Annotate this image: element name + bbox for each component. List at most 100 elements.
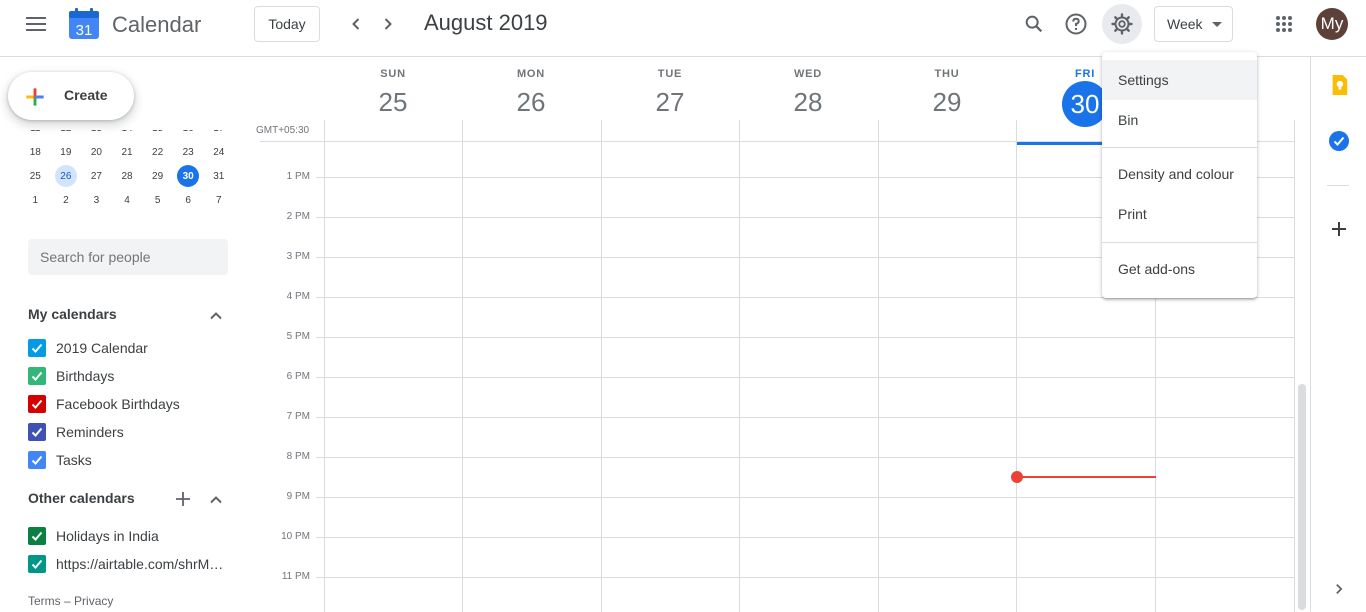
help-button[interactable] xyxy=(1056,4,1096,44)
day-column-header[interactable]: THU 29 xyxy=(878,68,1016,118)
mini-calendar-day[interactable]: 28 xyxy=(112,164,143,188)
side-panel-rail xyxy=(1310,57,1366,612)
next-week-button[interactable] xyxy=(374,10,402,38)
mini-calendar-day[interactable]: 6 xyxy=(173,188,204,212)
app-name: Calendar xyxy=(112,12,202,37)
calendar-checkbox[interactable] xyxy=(28,527,46,545)
day-number[interactable]: 25 xyxy=(324,86,462,118)
day-column-header[interactable]: SUN 25 xyxy=(324,68,462,118)
mini-calendar-day[interactable]: 31 xyxy=(203,164,234,188)
mini-calendar-day-label: 26 xyxy=(54,165,77,187)
day-column-header[interactable]: MON 26 xyxy=(462,68,600,118)
mini-calendar-day[interactable]: 29 xyxy=(142,164,173,188)
mini-calendar-day[interactable]: 17 xyxy=(203,130,234,140)
mini-calendar-day[interactable]: 5 xyxy=(142,188,173,212)
my-calendars-heading[interactable]: My calendars xyxy=(28,306,117,322)
privacy-link[interactable]: Privacy xyxy=(74,594,113,608)
mini-calendar-day[interactable]: 11 xyxy=(20,130,51,140)
mini-calendar-day[interactable]: 16 xyxy=(173,130,204,140)
day-number[interactable]: 27 xyxy=(601,86,739,118)
add-calendar-icon[interactable] xyxy=(174,490,192,508)
dropdown-arrow-icon xyxy=(1212,22,1222,27)
day-number[interactable]: 29 xyxy=(878,86,1016,118)
mini-calendar-day-label: 5 xyxy=(154,194,161,206)
account-avatar[interactable]: My xyxy=(1316,8,1348,40)
footer-separator: – xyxy=(64,594,71,608)
my-calendar-item[interactable]: 2019 Calendar xyxy=(28,334,148,362)
mini-calendar-day[interactable]: 12 xyxy=(51,130,82,140)
menu-item-bin[interactable]: Bin xyxy=(1102,100,1257,140)
my-calendar-item[interactable]: Facebook Birthdays xyxy=(28,390,180,418)
calendar-checkbox[interactable] xyxy=(28,555,46,573)
mini-calendar-day[interactable]: 25 xyxy=(20,164,51,188)
other-calendar-item[interactable]: Holidays in India xyxy=(28,522,159,550)
menu-item-settings[interactable]: Settings xyxy=(1102,60,1257,100)
keep-icon xyxy=(1332,75,1348,95)
search-people-input[interactable] xyxy=(28,239,228,275)
calendar-checkbox[interactable] xyxy=(28,367,46,385)
hour-row-line xyxy=(316,457,1294,458)
terms-link[interactable]: Terms xyxy=(28,594,61,608)
current-time-line xyxy=(1017,476,1156,478)
other-calendars-heading[interactable]: Other calendars xyxy=(28,490,135,506)
calendar-checkbox[interactable] xyxy=(28,339,46,357)
mini-calendar-day[interactable]: 26 xyxy=(51,164,82,188)
apps-launcher-button[interactable] xyxy=(1264,4,1304,44)
keep-button[interactable] xyxy=(1319,65,1359,105)
menu-item-get-addons[interactable]: Get add-ons xyxy=(1102,249,1257,289)
menu-divider xyxy=(1102,242,1257,243)
main-menu-button[interactable] xyxy=(14,12,58,36)
other-calendar-item[interactable]: https://airtable.com/shrM… xyxy=(28,550,223,578)
mini-calendar-day-label: 4 xyxy=(124,194,130,206)
mini-calendar-day[interactable]: 20 xyxy=(81,140,112,164)
calendar-checkbox[interactable] xyxy=(28,423,46,441)
search-button[interactable] xyxy=(1014,4,1054,44)
menu-divider xyxy=(1102,147,1257,148)
mini-calendar-day[interactable]: 14 xyxy=(112,130,143,140)
mini-calendar-day[interactable]: 19 xyxy=(51,140,82,164)
view-switcher-label: Week xyxy=(1167,16,1203,32)
mini-calendar-day[interactable]: 3 xyxy=(81,188,112,212)
chevron-up-icon[interactable] xyxy=(208,308,224,324)
day-column-header[interactable]: TUE 27 xyxy=(601,68,739,118)
calendar-checkbox[interactable] xyxy=(28,451,46,469)
menu-item-print[interactable]: Print xyxy=(1102,194,1257,234)
my-calendar-item[interactable]: Tasks xyxy=(28,446,92,474)
mini-calendar-day-label: 1 xyxy=(32,194,39,206)
previous-week-button[interactable] xyxy=(342,10,370,38)
calendar-label: 2019 Calendar xyxy=(56,340,148,356)
mini-calendar-day[interactable]: 21 xyxy=(112,140,143,164)
calendar-checkbox[interactable] xyxy=(28,395,46,413)
menu-item-density-colour[interactable]: Density and colour xyxy=(1102,154,1257,194)
settings-menu: Settings Bin Density and colour Print Ge… xyxy=(1102,52,1257,298)
settings-button[interactable] xyxy=(1102,4,1142,44)
day-column-divider xyxy=(878,120,879,612)
mini-calendar-day[interactable]: 4 xyxy=(112,188,143,212)
view-switcher[interactable]: Week xyxy=(1154,6,1233,42)
my-calendar-item[interactable]: Reminders xyxy=(28,418,124,446)
mini-calendar-day[interactable]: 30 xyxy=(173,164,204,188)
mini-calendar-day[interactable]: 7 xyxy=(203,188,234,212)
day-column-header[interactable]: WED 28 xyxy=(739,68,877,118)
my-calendar-item[interactable]: Birthdays xyxy=(28,362,114,390)
grid-scrollbar-thumb[interactable] xyxy=(1298,384,1306,610)
mini-calendar-day[interactable]: 15 xyxy=(142,130,173,140)
mini-calendar-day[interactable]: 2 xyxy=(51,188,82,212)
top-app-bar: 31 Calendar Today August 2019 Week My xyxy=(0,0,1366,57)
mini-calendar-day[interactable]: 22 xyxy=(142,140,173,164)
create-button[interactable]: Create xyxy=(8,72,134,120)
day-number[interactable]: 28 xyxy=(739,86,877,118)
day-number[interactable]: 26 xyxy=(462,86,600,118)
chevron-up-icon[interactable] xyxy=(208,492,224,508)
today-button[interactable]: Today xyxy=(254,6,320,42)
mini-calendar-day[interactable]: 27 xyxy=(81,164,112,188)
mini-calendar-day[interactable]: 24 xyxy=(203,140,234,164)
mini-calendar-day[interactable]: 23 xyxy=(173,140,204,164)
get-addons-button[interactable] xyxy=(1319,209,1359,249)
hour-row-line xyxy=(316,497,1294,498)
expand-panel-button[interactable] xyxy=(1319,569,1359,609)
tasks-button[interactable] xyxy=(1319,121,1359,161)
mini-calendar-day[interactable]: 13 xyxy=(81,130,112,140)
mini-calendar-day[interactable]: 1 xyxy=(20,188,51,212)
mini-calendar-day[interactable]: 18 xyxy=(20,140,51,164)
